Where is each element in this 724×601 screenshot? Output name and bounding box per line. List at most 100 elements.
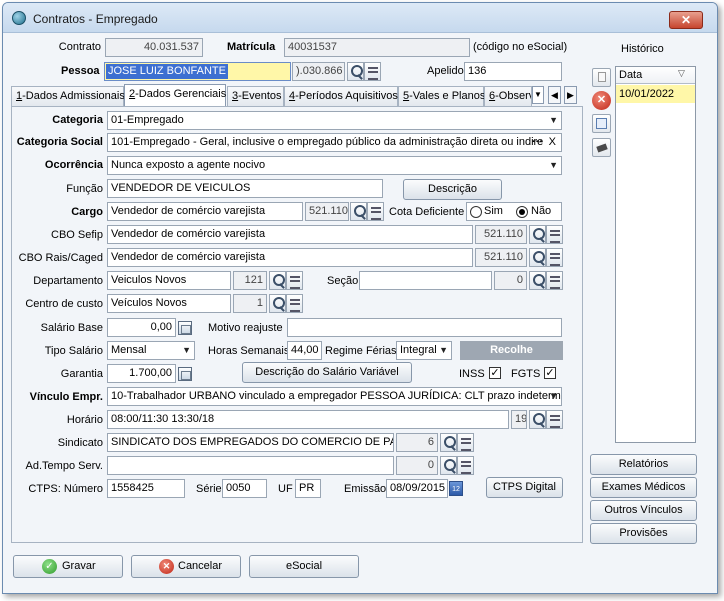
cbo-sefip-code[interactable]: 521.110 (475, 225, 527, 244)
list-icon[interactable] (364, 62, 381, 81)
historico-list[interactable]: Data ▽ 10/01/2022 (615, 66, 696, 443)
adtempo-code[interactable]: 0 (396, 456, 438, 475)
tab-scroll-right-icon[interactable]: ▶ (564, 86, 577, 104)
cbo-rais-code[interactable]: 521.110 (475, 248, 527, 267)
categoria-select[interactable]: 01-Empregado ▼ (107, 111, 562, 130)
tab-eventos[interactable]: 3-Eventos (227, 86, 284, 106)
regime-ferias-select[interactable]: Integral ▼ (396, 341, 452, 360)
search-icon[interactable] (529, 248, 546, 267)
departamento-code[interactable]: 121 (233, 271, 267, 290)
centro-custo-code[interactable]: 1 (233, 294, 267, 313)
horario-lookup[interactable] (529, 410, 563, 429)
search-icon[interactable] (350, 202, 367, 221)
departamento-lookup[interactable] (269, 271, 303, 290)
secao-field[interactable] (359, 271, 492, 290)
tab-periodos-aquisitivos[interactable]: 4-Períodos Aquisitivos (284, 86, 398, 106)
copy-icon[interactable] (592, 114, 611, 133)
horario-field[interactable]: 08:00/11:30 13:30/18 (107, 410, 509, 429)
garantia-field[interactable]: 1.700,00 (107, 364, 176, 383)
cota-sim-radio[interactable] (470, 206, 482, 218)
centro-custo-field[interactable]: Veículos Novos (107, 294, 231, 313)
calculator-icon[interactable] (178, 367, 192, 381)
tab-dados-gerenciais[interactable]: 2-Dados Gerenciais (124, 84, 226, 107)
ellipsis-icon[interactable]: ··· (532, 134, 543, 151)
delete-icon[interactable]: ✕ (592, 91, 611, 110)
list-icon[interactable] (546, 271, 563, 290)
search-icon[interactable] (529, 225, 546, 244)
adtempo-lookup[interactable] (440, 456, 474, 475)
list-icon[interactable] (286, 294, 303, 313)
relatorios-button[interactable]: Relatórios (590, 454, 697, 475)
ocorrencia-select[interactable]: Nunca exposto a agente nocivo ▼ (107, 156, 562, 175)
ctps-numero-field[interactable]: 1558425 (107, 479, 185, 498)
funcao-field[interactable]: VENDEDOR DE VEICULOS (107, 179, 383, 198)
calculator-icon[interactable] (178, 321, 192, 335)
eraser-icon[interactable] (592, 138, 611, 157)
emissao-field[interactable]: 08/09/2015 (386, 479, 448, 498)
horas-semanais-field[interactable]: 44,00 (287, 341, 322, 360)
tipo-salario-select[interactable]: Mensal ▼ (107, 341, 195, 360)
sindicato-field[interactable]: SINDICATO DOS EMPREGADOS DO COMERCIO DE … (107, 433, 394, 452)
categoria-social-field[interactable]: 101-Empregado - Geral, inclusive o empre… (107, 133, 562, 152)
apelido-field[interactable]: 136 (464, 62, 562, 81)
edit-icon[interactable] (592, 68, 611, 87)
sindicato-code[interactable]: 6 (396, 433, 438, 452)
search-icon[interactable] (347, 62, 364, 81)
list-icon[interactable] (457, 433, 474, 452)
tab-vales-planos[interactable]: 5-Vales e Planos (398, 86, 485, 106)
close-button[interactable]: ✕ (669, 11, 703, 29)
sindicato-lookup[interactable] (440, 433, 474, 452)
recolhe-button[interactable]: Recolhe (460, 341, 563, 360)
contrato-field[interactable]: 40.031.537 (105, 38, 203, 57)
inss-checkbox[interactable]: ✓ (489, 367, 501, 379)
list-icon[interactable] (286, 271, 303, 290)
secao-lookup[interactable] (529, 271, 563, 290)
clear-icon[interactable]: X (549, 134, 556, 151)
outros-vinculos-button[interactable]: Outros Vínculos (590, 500, 697, 521)
search-icon[interactable] (440, 433, 457, 452)
matricula-field[interactable]: 40031537 (284, 38, 470, 57)
cbo-sefip-lookup[interactable] (529, 225, 563, 244)
esocial-button[interactable]: eSocial (249, 555, 359, 578)
salario-base-field[interactable]: 0,00 (107, 318, 176, 337)
fgts-checkbox[interactable]: ✓ (544, 367, 556, 379)
tab-scroll-left-icon[interactable]: ◀ (548, 86, 561, 104)
descricao-salario-variavel-button[interactable]: Descrição do Salário Variável (242, 362, 412, 383)
list-icon[interactable] (546, 225, 563, 244)
search-icon[interactable] (269, 271, 286, 290)
descricao-button[interactable]: Descrição (403, 179, 502, 200)
provisoes-button[interactable]: Provisões (590, 523, 697, 544)
search-icon[interactable] (529, 410, 546, 429)
tab-dados-admissionais[interactable]: 1-Dados Admissionais (11, 86, 125, 106)
ctps-digital-button[interactable]: CTPS Digital (486, 477, 563, 498)
list-icon[interactable] (546, 248, 563, 267)
calendar-icon[interactable]: 12 (449, 481, 463, 496)
pessoa-code-field[interactable]: ).030.866 (292, 62, 345, 81)
exames-medicos-button[interactable]: Exames Médicos (590, 477, 697, 498)
departamento-field[interactable]: Veiculos Novos (107, 271, 231, 290)
cargo-code[interactable]: 521.110 (305, 202, 349, 221)
list-icon[interactable] (367, 202, 384, 221)
secao-code[interactable]: 0 (494, 271, 527, 290)
historico-row[interactable]: 10/01/2022 (616, 85, 695, 103)
search-icon[interactable] (269, 294, 286, 313)
serie-field[interactable]: 0050 (222, 479, 267, 498)
cbo-rais-lookup[interactable] (529, 248, 563, 267)
list-icon[interactable] (546, 410, 563, 429)
gravar-button[interactable]: ✓ Gravar (13, 555, 123, 578)
cargo-lookup[interactable] (350, 202, 384, 221)
cbo-rais-field[interactable]: Vendedor de comércio varejista (107, 248, 473, 267)
cota-nao-radio[interactable] (516, 206, 528, 218)
pessoa-field[interactable]: JOSE LUIZ BONFANTE (104, 62, 291, 81)
cancelar-button[interactable]: ✕ Cancelar (131, 555, 241, 578)
vinculo-select[interactable]: 10-Trabalhador URBANO vinculado a empreg… (107, 387, 562, 406)
uf-field[interactable]: PR (295, 479, 321, 498)
motivo-reajuste-field[interactable] (287, 318, 562, 337)
cbo-sefip-field[interactable]: Vendedor de comércio varejista (107, 225, 473, 244)
list-icon[interactable] (457, 456, 474, 475)
cargo-field[interactable]: Vendedor de comércio varejista (107, 202, 303, 221)
search-icon[interactable] (529, 271, 546, 290)
centro-custo-lookup[interactable] (269, 294, 303, 313)
horario-code[interactable]: 19 (511, 410, 527, 429)
historico-column-header[interactable]: Data ▽ (616, 67, 695, 84)
